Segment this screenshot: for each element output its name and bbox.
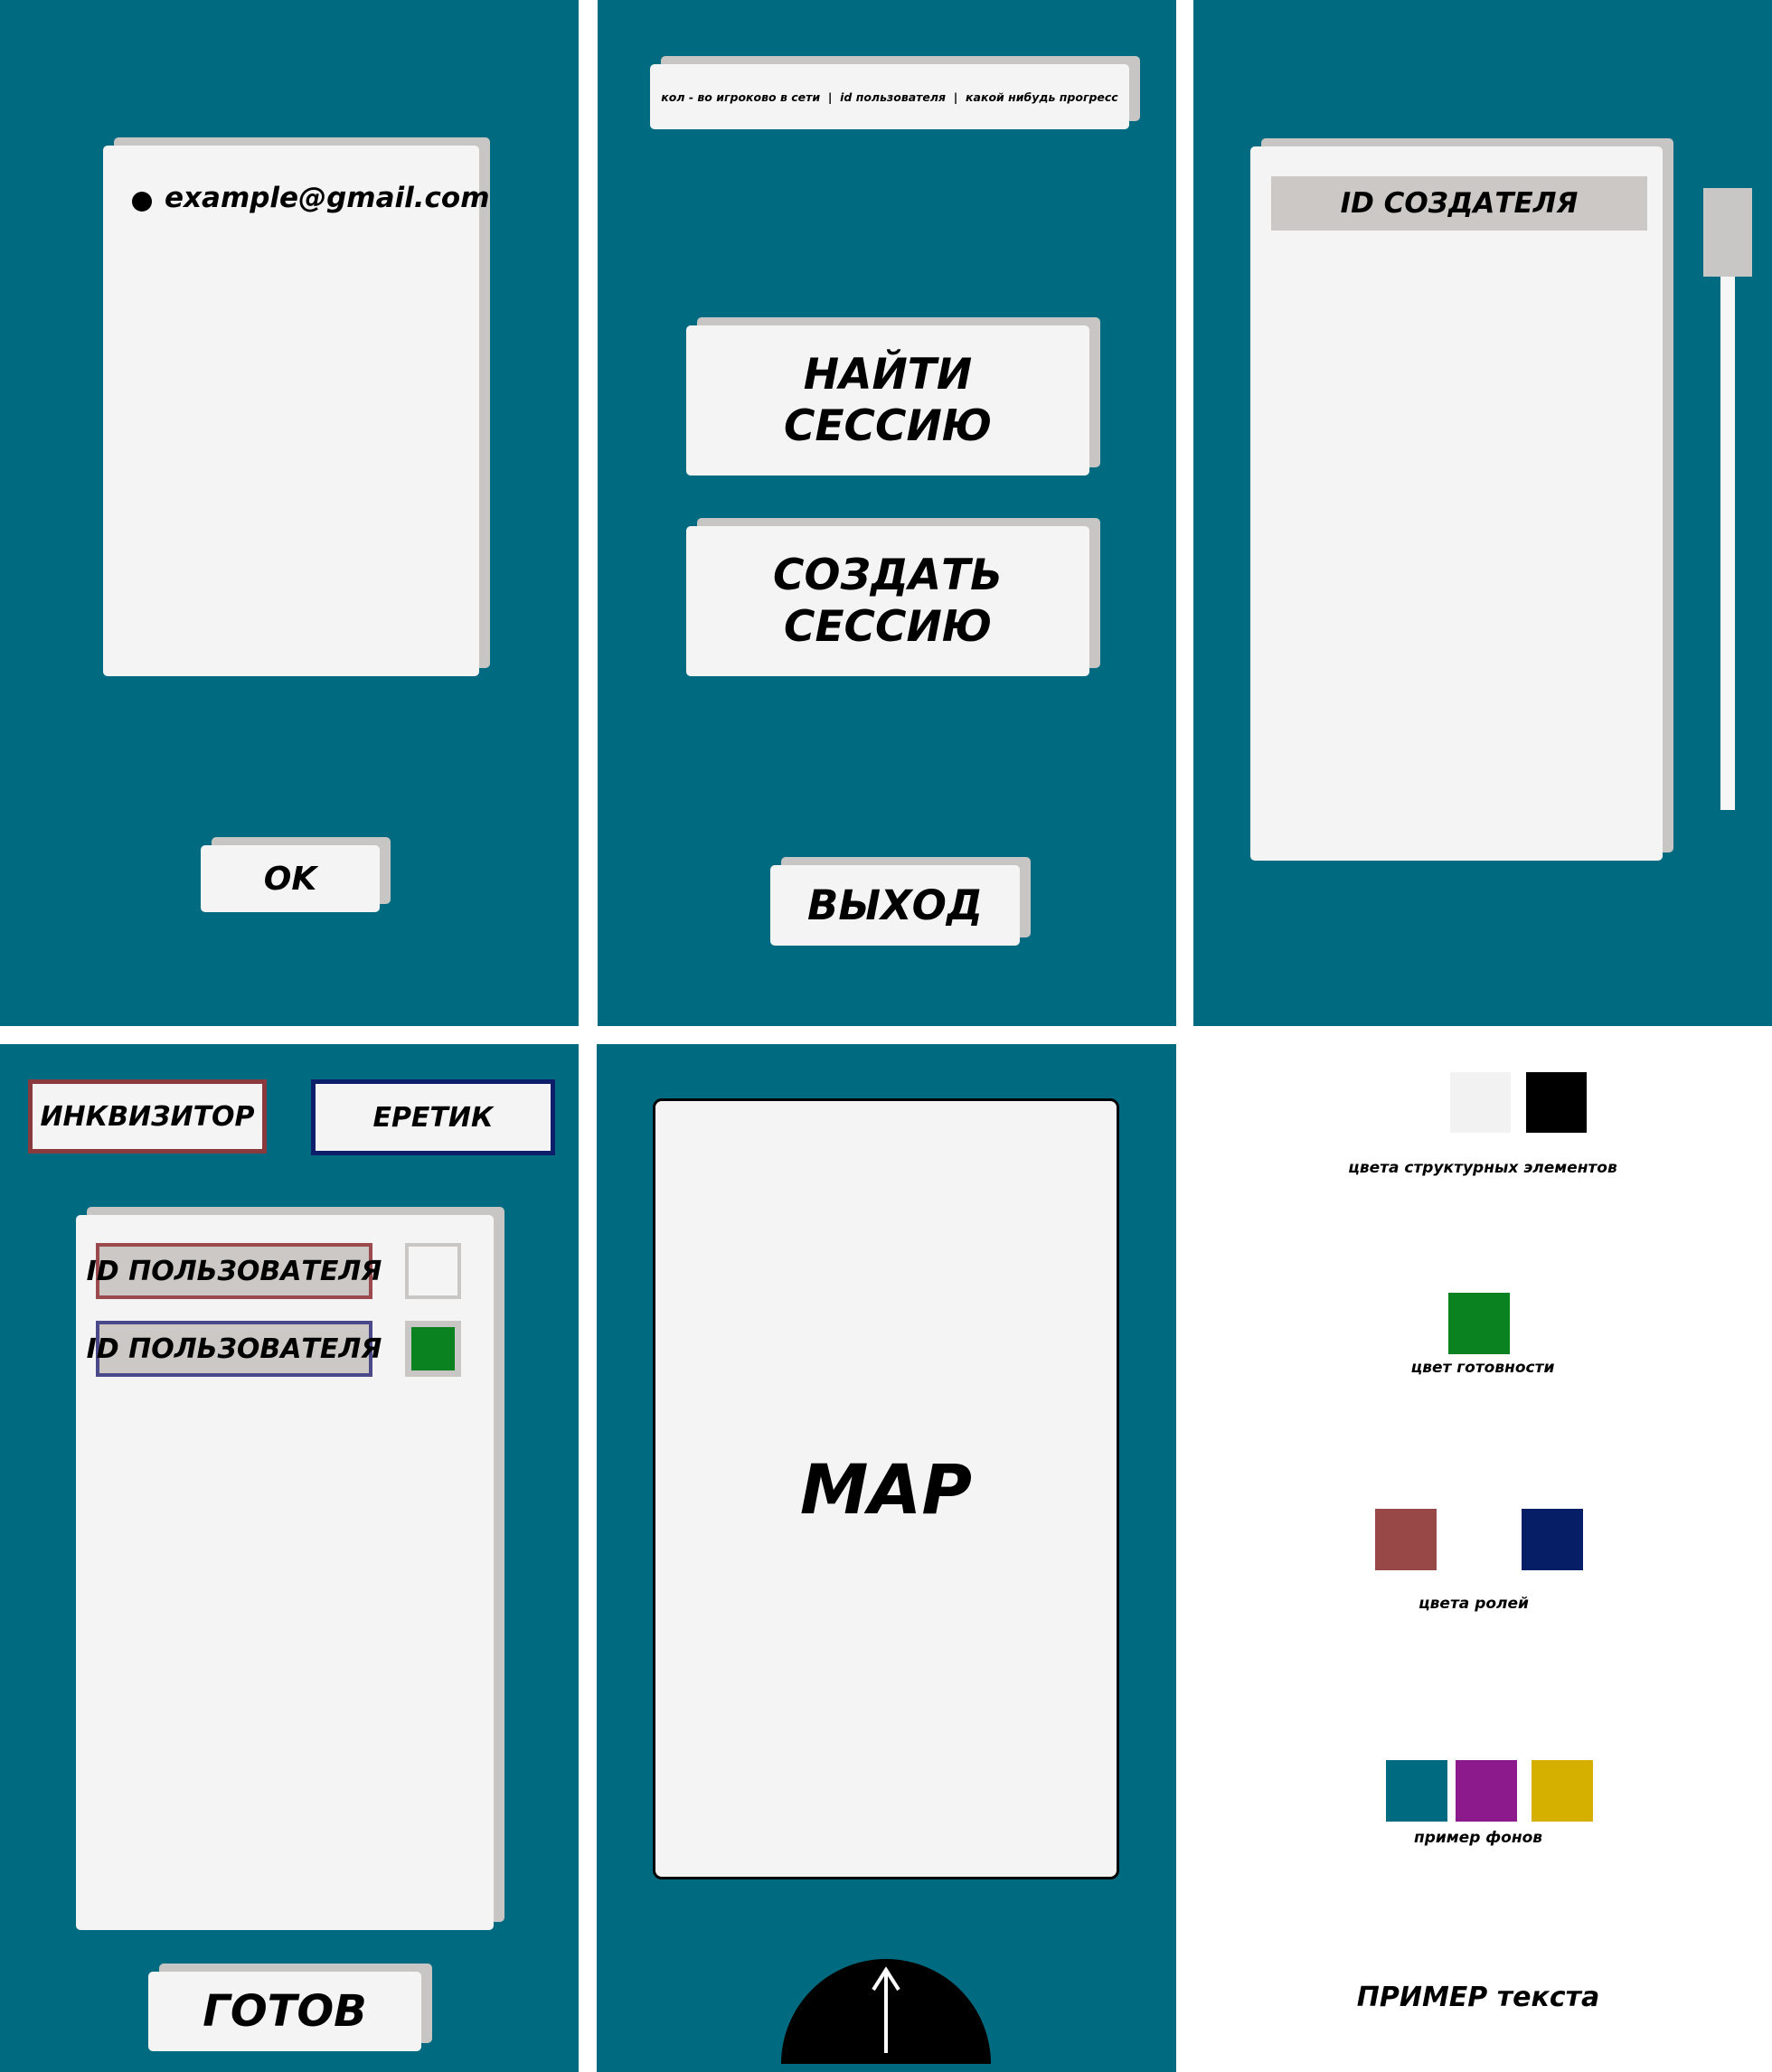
arrow-up-icon bbox=[872, 1966, 900, 2053]
style-legend: цвета структурных элементов цвет готовно… bbox=[1193, 1044, 1772, 2072]
ready-color-swatch bbox=[1448, 1293, 1510, 1354]
text-sample: ПРИМЕР текста bbox=[1356, 1982, 1600, 2013]
status-bar-text: кол - во игроково в сети | id пользовате… bbox=[661, 89, 1118, 104]
role-color-swatch bbox=[1375, 1509, 1437, 1570]
direction-control[interactable] bbox=[781, 1959, 991, 2064]
find-session-line2: СЕССИЮ bbox=[783, 401, 993, 451]
account-radio[interactable] bbox=[132, 192, 152, 212]
role-heretic-button[interactable]: ЕРЕТИК bbox=[311, 1079, 555, 1155]
role-colors-caption: цвета ролей bbox=[1419, 1595, 1529, 1613]
player-ready-checkbox[interactable] bbox=[405, 1321, 461, 1377]
ready-button[interactable]: ГОТОВ bbox=[148, 1972, 421, 2051]
session-list-panel: ID СОЗДАТЕЛЯ bbox=[1250, 146, 1663, 861]
exit-button[interactable]: ВЫХОД bbox=[770, 865, 1020, 946]
login-screen: example@gmail.com OK bbox=[0, 0, 579, 1026]
structural-colors-caption: цвета структурных элементов bbox=[1348, 1159, 1617, 1177]
background-color-swatch bbox=[1456, 1760, 1517, 1822]
player-ready-checkbox[interactable] bbox=[405, 1243, 461, 1299]
ok-button[interactable]: OK bbox=[201, 845, 380, 912]
role-color-swatch bbox=[1522, 1509, 1583, 1570]
structural-color-swatch bbox=[1450, 1072, 1511, 1133]
player-row-label: ID ПОЛЬЗОВАТЕЛЯ bbox=[87, 1243, 382, 1299]
session-list-scrollbar-track[interactable] bbox=[1720, 188, 1735, 810]
background-color-swatch bbox=[1386, 1760, 1447, 1822]
menu-screen: кол - во игроково в сети | id пользовате… bbox=[598, 0, 1176, 1026]
find-session-button[interactable]: НАЙТИ СЕССИЮ bbox=[686, 325, 1089, 476]
create-session-line2: СЕССИЮ bbox=[783, 602, 993, 652]
lobby-screen: ИНКВИЗИТОР ЕРЕТИК ID ПОЛЬЗОВАТЕЛЯ ID ПОЛ… bbox=[0, 1044, 579, 2072]
find-session-line1: НАЙТИ bbox=[803, 350, 973, 400]
players-panel: ID ПОЛЬЗОВАТЕЛЯ ID ПОЛЬЗОВАТЕЛЯ bbox=[76, 1215, 494, 1930]
status-bar: кол - во игроково в сети | id пользовате… bbox=[650, 64, 1129, 129]
session-list-scrollbar-thumb[interactable] bbox=[1703, 188, 1752, 277]
background-colors-caption: пример фонов bbox=[1413, 1829, 1543, 1847]
map-area[interactable]: MAP bbox=[653, 1098, 1119, 1879]
ready-color-caption: цвет готовности bbox=[1410, 1359, 1555, 1377]
account-email[interactable]: example@gmail.com bbox=[165, 182, 490, 214]
role-inquisitor-button[interactable]: ИНКВИЗИТОР bbox=[28, 1079, 267, 1154]
background-color-swatch bbox=[1532, 1760, 1593, 1822]
map-screen: MAP bbox=[597, 1044, 1176, 2072]
session-list-item[interactable]: ID СОЗДАТЕЛЯ bbox=[1271, 176, 1647, 231]
map-label: MAP bbox=[799, 1448, 973, 1530]
ready-indicator bbox=[411, 1327, 455, 1370]
player-row-label: ID ПОЛЬЗОВАТЕЛЯ bbox=[87, 1321, 382, 1377]
create-session-button[interactable]: СОЗДАТЬ СЕССИЮ bbox=[686, 526, 1089, 676]
structural-color-swatch bbox=[1526, 1072, 1587, 1133]
account-panel: example@gmail.com bbox=[103, 146, 490, 676]
create-session-line1: СОЗДАТЬ bbox=[773, 551, 1003, 600]
session-list-screen: ID СОЗДАТЕЛЯ bbox=[1193, 0, 1772, 1026]
